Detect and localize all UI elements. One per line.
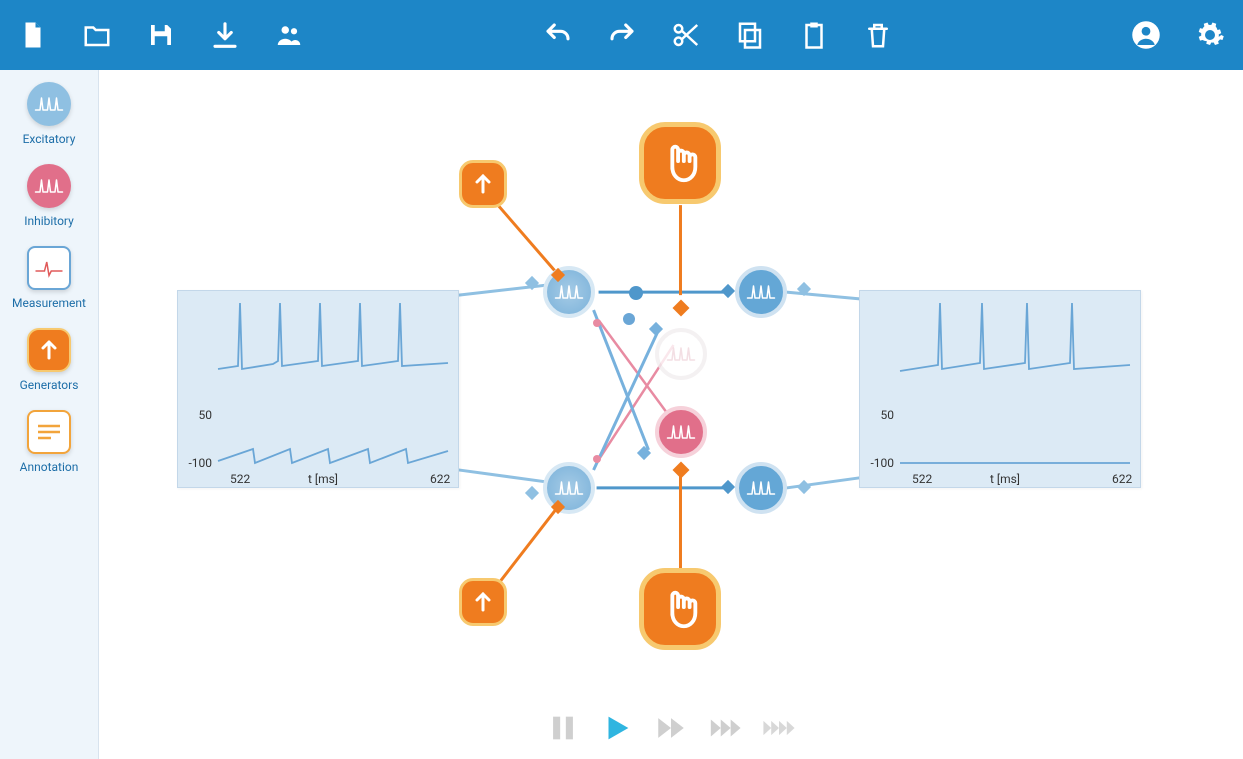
top-toolbar (0, 0, 1243, 70)
x-axis-label: t [ms] (990, 472, 1020, 486)
stimulus-node-bottom[interactable] (639, 568, 721, 650)
tool-annotation[interactable]: Annotation (20, 410, 79, 474)
pause-button[interactable] (546, 711, 580, 749)
person-circle-icon (1131, 20, 1161, 50)
download-icon (210, 20, 240, 50)
synapse-diamond (721, 284, 735, 298)
open-button[interactable] (82, 20, 112, 50)
tool-label: Annotation (20, 460, 79, 474)
y-axis-hi: 50 (199, 408, 213, 422)
play-button[interactable] (600, 711, 634, 749)
x-axis-lo: 522 (912, 472, 932, 486)
tool-excitatory[interactable]: Excitatory (23, 82, 76, 146)
excitatory-node-dim[interactable] (655, 328, 707, 380)
synapse-diamond (525, 486, 539, 500)
x-axis-hi: 622 (430, 472, 450, 486)
excitatory-node-icon (27, 82, 71, 126)
settings-button[interactable] (1195, 20, 1225, 50)
synapse-dot (629, 286, 643, 300)
share-button[interactable] (274, 20, 304, 50)
playback-controls (99, 711, 1243, 749)
delete-button[interactable] (863, 20, 893, 50)
fast-forward-3-icon (762, 711, 796, 745)
tool-label: Measurement (12, 296, 86, 310)
gear-icon (1195, 20, 1225, 50)
tool-inhibitory[interactable]: Inhibitory (24, 164, 74, 228)
pause-icon (546, 711, 580, 745)
save-icon (146, 20, 176, 50)
file-icon (18, 20, 48, 50)
synapse-diamond (637, 446, 651, 460)
excitatory-node-d[interactable] (735, 462, 787, 514)
group-icon (274, 20, 304, 50)
excitatory-node-b[interactable] (735, 266, 787, 318)
fast-forward-2-icon (708, 711, 742, 745)
synapse-dot (593, 319, 601, 327)
tool-label: Excitatory (23, 132, 76, 146)
copy-button[interactable] (735, 20, 765, 50)
synapse-diamond (721, 480, 735, 494)
stimulus-node-top[interactable] (639, 122, 721, 204)
synapse-diamond (649, 322, 663, 336)
measurement-plot-left[interactable]: 50 -100 522 622 t [ms] (177, 290, 459, 488)
scissors-icon (671, 20, 701, 50)
y-axis-hi: 50 (881, 408, 895, 422)
download-button[interactable] (210, 20, 240, 50)
synapse-dot (623, 313, 635, 325)
synapse-diamond (673, 462, 690, 479)
tool-measurement[interactable]: Measurement (12, 246, 86, 310)
redo-icon (607, 20, 637, 50)
network-canvas[interactable]: 50 -100 522 622 t [ms] 50 -100 522 622 t… (99, 70, 1243, 759)
annotation-icon (27, 410, 71, 454)
measurement-icon (27, 246, 71, 290)
save-button[interactable] (146, 20, 176, 50)
synapse-diamond (797, 480, 811, 494)
folder-icon (82, 20, 112, 50)
x-axis-label: t [ms] (308, 472, 338, 486)
undo-button[interactable] (543, 20, 573, 50)
play-icon (600, 711, 634, 745)
fast-button[interactable] (654, 711, 688, 749)
tool-label: Inhibitory (24, 214, 74, 228)
cut-button[interactable] (671, 20, 701, 50)
generator-node-top[interactable] (459, 160, 507, 208)
paste-button[interactable] (799, 20, 829, 50)
fast-forward-icon (654, 711, 688, 745)
inhibitory-node-icon (27, 164, 71, 208)
synapse-diamond (673, 300, 690, 317)
y-axis-lo: -100 (870, 456, 894, 470)
fastest-button[interactable] (762, 711, 796, 749)
x-axis-hi: 622 (1112, 472, 1132, 486)
generator-icon (27, 328, 71, 372)
measurement-plot-right[interactable]: 50 -100 522 622 t [ms] (859, 290, 1141, 488)
synapse-diamond (525, 276, 539, 290)
trash-icon (863, 20, 893, 50)
faster-button[interactable] (708, 711, 742, 749)
synapse-dot (593, 455, 601, 463)
inhibitory-node[interactable] (655, 406, 707, 458)
tool-generators[interactable]: Generators (20, 328, 79, 392)
account-button[interactable] (1131, 20, 1161, 50)
copy-icon (735, 20, 765, 50)
y-axis-lo: -100 (188, 456, 212, 470)
new-button[interactable] (18, 20, 48, 50)
tool-palette: Excitatory Inhibitory Measurement Genera… (0, 70, 99, 759)
tool-label: Generators (20, 378, 79, 392)
x-axis-lo: 522 (230, 472, 250, 486)
redo-button[interactable] (607, 20, 637, 50)
clipboard-icon (799, 20, 829, 50)
generator-node-bottom[interactable] (459, 578, 507, 626)
synapse-diamond (797, 282, 811, 296)
undo-icon (543, 20, 573, 50)
